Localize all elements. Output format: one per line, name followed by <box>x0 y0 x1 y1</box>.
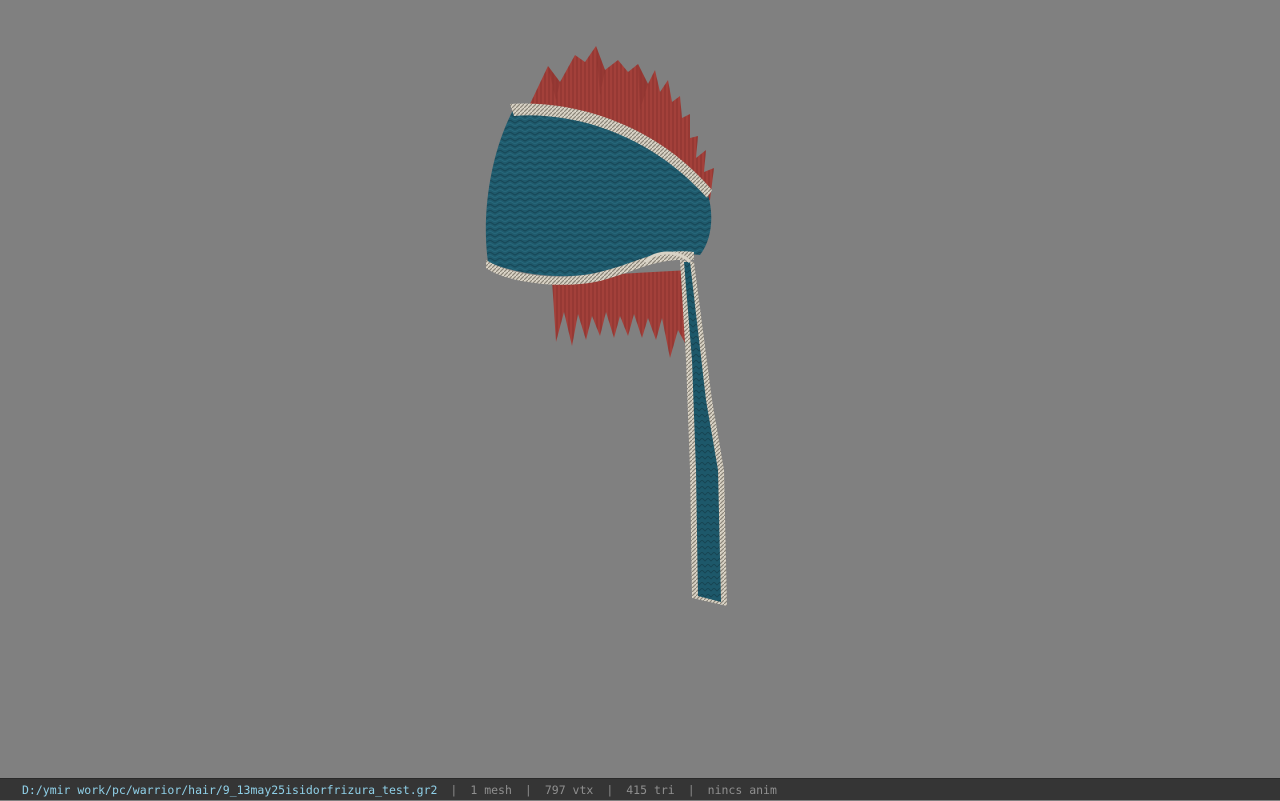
separator: | <box>524 783 532 797</box>
separator: | <box>606 783 614 797</box>
3d-viewport[interactable] <box>0 0 1280 778</box>
separator: | <box>687 783 695 797</box>
vertex-count: 797 vtx <box>544 783 594 797</box>
status-bar: D:/ymir work/pc/warrior/hair/9_13may25is… <box>0 778 1280 800</box>
animation-status: nincs anim <box>707 783 777 797</box>
model-render <box>485 46 727 606</box>
separator: | <box>450 783 458 797</box>
ribbon-tail-icon <box>680 260 727 606</box>
triangle-count: 415 tri <box>626 783 675 797</box>
mesh-count: 1 mesh <box>470 783 512 797</box>
file-path: D:/ymir work/pc/warrior/hair/9_13may25is… <box>22 783 438 797</box>
